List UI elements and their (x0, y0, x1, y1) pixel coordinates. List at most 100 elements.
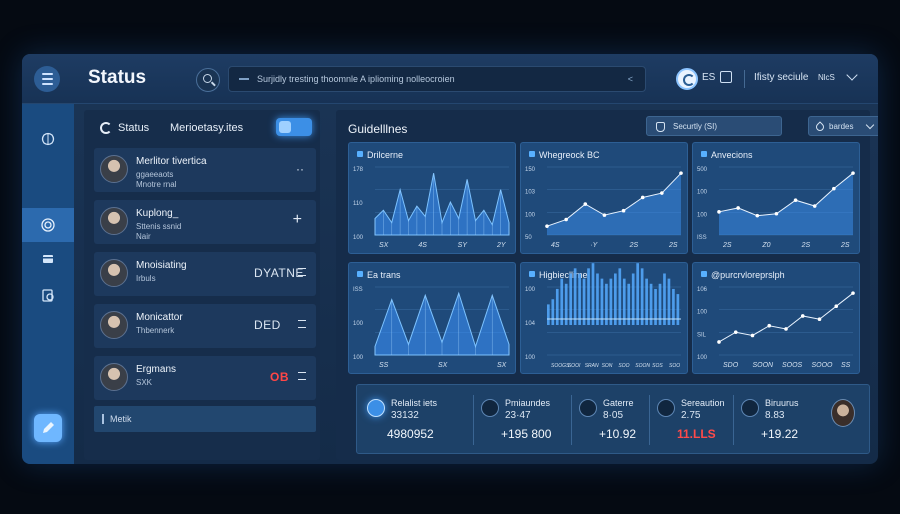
stats-strip: Relalist iets 33132 4980952 Pmiaundes 23·47 +… (356, 384, 870, 454)
data-point (660, 191, 664, 195)
bar (640, 268, 644, 325)
data-point (834, 304, 839, 308)
avatar (100, 207, 128, 235)
data-point (812, 204, 817, 208)
x-tick-label: SY (458, 242, 469, 249)
bar (667, 278, 671, 325)
data-point (750, 333, 755, 338)
list-footer[interactable]: Metik (94, 406, 316, 432)
data-point (640, 195, 645, 200)
list-item-name: Ergmans (136, 364, 177, 375)
bar (547, 304, 550, 325)
list-item[interactable]: Merlitor tivertica ggaeeaots Mnotre rnal ·· (94, 148, 316, 192)
chart-card[interactable]: Anvecions 500 100 100 ISS 2S Z0 2S 2S (692, 142, 860, 254)
security-select[interactable]: Securtly (SI) (646, 116, 782, 136)
menu-lines-icon[interactable] (298, 268, 306, 276)
stat-divider (571, 395, 572, 445)
data-point (717, 340, 721, 344)
search-prefix-icon (239, 78, 249, 80)
y-tick-label: ISS (697, 235, 707, 241)
add-icon[interactable]: + (293, 211, 302, 229)
x-tick-label: SOS (652, 363, 663, 369)
bar (636, 263, 640, 325)
line-series (718, 292, 854, 343)
stat-sub: 33132 (391, 410, 419, 421)
stat-item[interactable]: Biruurus 8.83 +19.22 (741, 385, 841, 455)
list-item[interactable]: Monicattor Thbennerk DED (94, 304, 316, 348)
radar-icon (41, 218, 55, 232)
stat-value: +19.22 (761, 427, 799, 441)
list-item-sub: SXK (136, 378, 226, 388)
menu-lines-icon[interactable] (298, 320, 306, 328)
data-point (793, 198, 798, 203)
edit-icon (43, 422, 54, 433)
user-label[interactable]: Ifisty seciule (754, 72, 808, 83)
stat-divider (649, 395, 650, 445)
chart-svg: 100104100SOOGSSOOI SRAN SON SOO SOON SOS SOO (525, 263, 681, 369)
list-item[interactable]: Ergmans SXK OB (94, 356, 316, 400)
search-clear-icon[interactable]: < (628, 74, 633, 84)
menu-lines-icon[interactable] (298, 372, 306, 380)
bar (582, 278, 586, 325)
filter-select[interactable]: bardes (808, 116, 878, 136)
y-tick-label: 150 (525, 167, 536, 173)
x-tick-label: SX (379, 242, 389, 249)
data-point (832, 186, 836, 191)
bar (609, 278, 613, 325)
bar (631, 273, 635, 325)
stat-item[interactable]: Relalist iets 33132 4980952 (367, 385, 467, 455)
search-input[interactable]: Surjidly tresting thoomnle A iplioming n… (228, 66, 646, 92)
y-tick-label: 100 (697, 190, 708, 196)
y-tick-label: 100 (525, 287, 536, 293)
stat-item[interactable]: Pmiaundes 23·47 +195 800 (481, 385, 581, 455)
data-point (717, 210, 721, 214)
x-tick-label: SX (438, 362, 448, 369)
chart-card[interactable]: @purcrvloreprslph 106 100 SIL 100 SDO SOON SOOS… (692, 262, 860, 374)
app-launcher-icon[interactable] (34, 414, 62, 442)
tab-monitor[interactable]: Merioetasy.ites (170, 122, 243, 134)
avatar[interactable] (831, 399, 855, 427)
list-item[interactable]: Kuplong_ Sttenis ssnid Nair + (94, 200, 316, 244)
search-icon[interactable] (196, 68, 220, 92)
sidebar-item-card[interactable] (22, 242, 74, 276)
y-tick-label: 103 (525, 190, 536, 196)
y-tick-label: 104 (525, 321, 536, 327)
y-tick-label: 100 (525, 212, 536, 218)
stat-icon (741, 399, 759, 417)
box-icon[interactable] (720, 71, 732, 83)
chart-card[interactable]: Higbiecllime 100 104 100 SOOGS SOOI SRAN SON SOO… (520, 262, 688, 374)
sidebar-item-radar[interactable] (22, 208, 74, 242)
sidebar-item-brain[interactable] (22, 122, 74, 156)
list-item-sub1: Sttenis ssnid (136, 222, 182, 231)
list-item-name: Monicattor (136, 312, 183, 323)
bar (560, 278, 564, 325)
chevron-down-icon[interactable] (846, 69, 858, 81)
divider (744, 70, 745, 88)
list-item-value: OB (270, 370, 289, 384)
avatar (100, 155, 128, 183)
chart-card[interactable]: Ea trans ISS 100 100 SS SX SX (348, 262, 516, 374)
y-tick-label: 100 (697, 212, 708, 218)
profile-toggle-icon[interactable] (676, 68, 698, 90)
data-point (545, 224, 549, 228)
x-tick-label: SOO (618, 363, 629, 369)
list-item-sub: Irbuls (136, 274, 226, 284)
data-point (755, 213, 760, 218)
tab-status[interactable]: Status (118, 122, 149, 134)
y-tick-label: 178 (353, 167, 364, 173)
y-tick-label: 100 (353, 235, 364, 241)
status-icon (100, 122, 112, 134)
view-toggle[interactable] (276, 118, 312, 136)
y-tick-label: 110 (353, 201, 363, 207)
chart-card[interactable]: Whegreock BC 150 103 100 50 4S ·Y 2S 2S (520, 142, 688, 254)
list-item[interactable]: Mnoisiating Irbuls DYATNE (94, 252, 316, 296)
menu-icon[interactable] (34, 66, 60, 92)
sidebar-item-report[interactable] (22, 278, 74, 312)
stat-icon (367, 399, 385, 417)
avatar (100, 311, 128, 339)
chart-card[interactable]: Drilcerne 178 110 100 SX 4S SY 2Y (348, 142, 516, 254)
y-tick-label: 50 (525, 235, 532, 241)
list-item-action[interactable]: ·· (296, 162, 304, 176)
bar (591, 263, 595, 325)
bar (573, 268, 577, 325)
